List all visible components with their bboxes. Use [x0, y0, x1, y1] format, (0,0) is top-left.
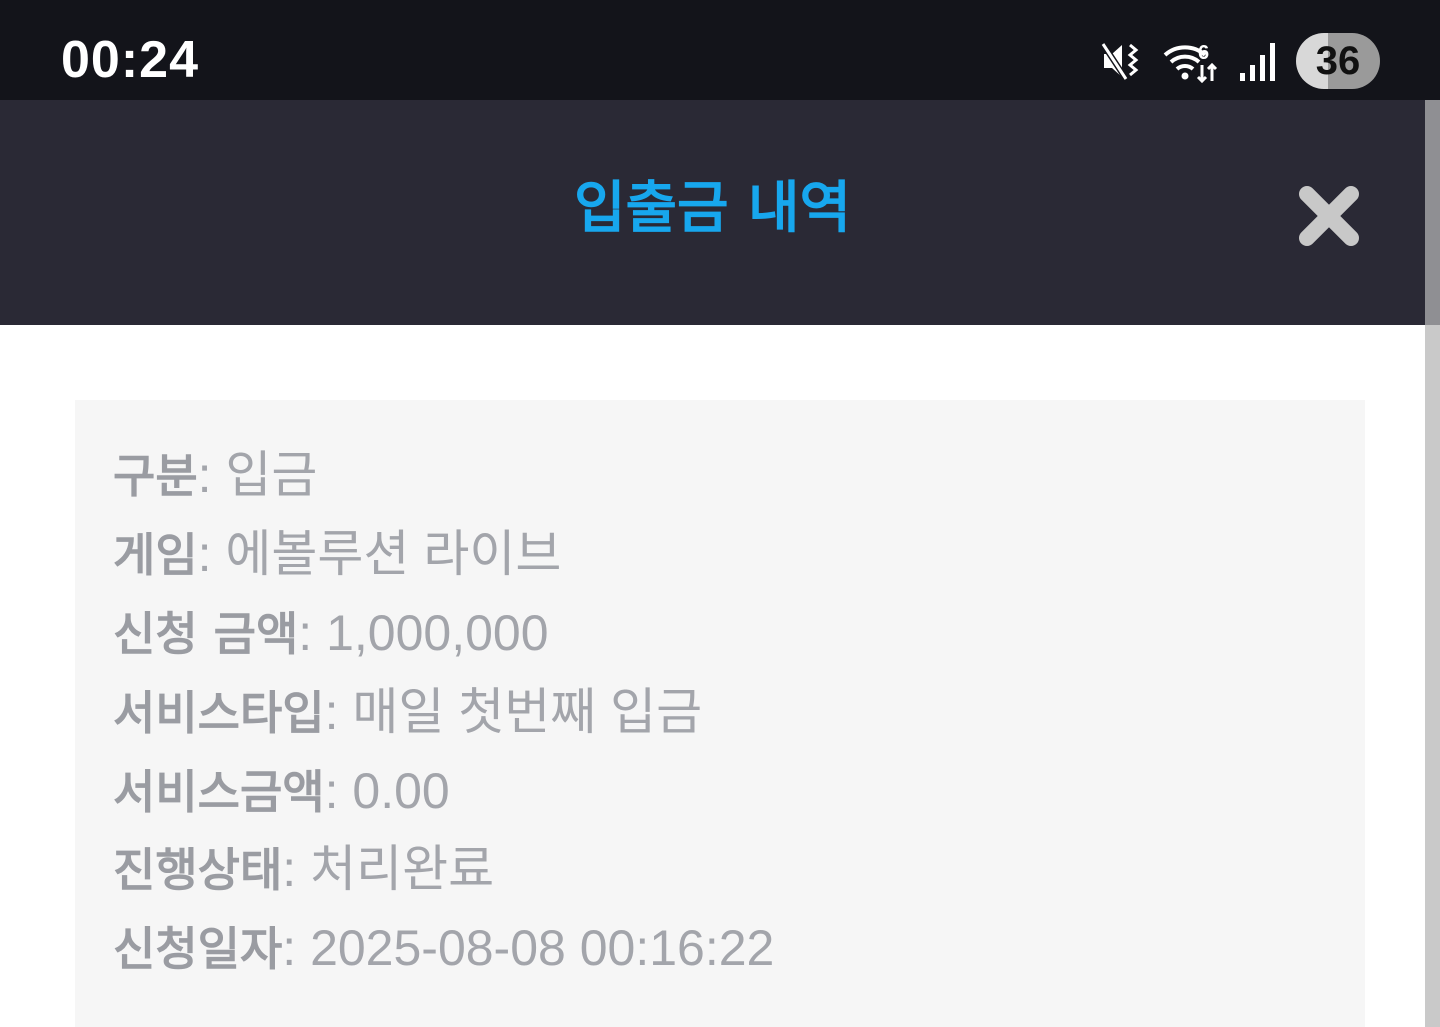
detail-row-game: 게임: 에볼루션 라이브 — [113, 515, 561, 593]
close-button[interactable] — [1298, 185, 1360, 247]
transaction-detail-card: 구분: 입금 게임: 에볼루션 라이브 신청 금액: 1,000,000 서비스… — [75, 400, 1365, 1027]
detail-value: : 처리완료 — [282, 841, 495, 897]
detail-row-amount: 신청 금액: 1,000,000 — [113, 594, 549, 672]
detail-value: : 0.00 — [324, 763, 450, 819]
status-bar: 00:24 6 36 — [0, 0, 1440, 100]
detail-row-status: 진행상태: 처리완료 — [113, 830, 494, 908]
detail-label: 신청일자 — [113, 922, 283, 976]
detail-value: : 매일 첫번째 입금 — [324, 684, 703, 740]
wifi-icon: 6 — [1162, 39, 1220, 83]
detail-label: 구분 — [113, 449, 198, 503]
scrollbar-thumb[interactable] — [1425, 100, 1440, 325]
detail-label: 신청 금액 — [113, 607, 299, 661]
status-time: 00:24 — [61, 31, 199, 89]
detail-row-date: 신청일자: 2025-08-08 00:16:22 — [113, 909, 774, 987]
modal-title: 입출금 내역 — [573, 176, 852, 241]
detail-value: : 에볼루션 라이브 — [197, 526, 562, 582]
detail-value: : 1,000,000 — [298, 605, 549, 661]
signal-icon — [1238, 39, 1278, 83]
status-icons: 6 36 — [1100, 32, 1380, 90]
close-icon[interactable] — [1298, 186, 1360, 251]
detail-row-service-amount: 서비스금액: 0.00 — [113, 752, 450, 830]
detail-label: 서비스타입 — [113, 686, 325, 740]
mute-vibrate-icon — [1100, 39, 1144, 83]
detail-label: 게임 — [113, 528, 198, 582]
scrollbar[interactable] — [1425, 100, 1440, 1027]
modal-body: 구분: 입금 게임: 에볼루션 라이브 신청 금액: 1,000,000 서비스… — [0, 325, 1425, 1027]
detail-label: 서비스금액 — [113, 765, 325, 819]
battery-icon: 36 — [1296, 33, 1380, 89]
detail-row-service-type: 서비스타입: 매일 첫번째 입금 — [113, 673, 702, 751]
detail-value: : 입금 — [197, 447, 318, 503]
detail-row-type: 구분: 입금 — [113, 436, 317, 514]
detail-label: 진행상태 — [113, 843, 283, 897]
detail-value: : 2025-08-08 00:16:22 — [282, 920, 775, 976]
svg-text:6: 6 — [1198, 42, 1209, 64]
modal-header: 입출금 내역 — [0, 100, 1425, 325]
